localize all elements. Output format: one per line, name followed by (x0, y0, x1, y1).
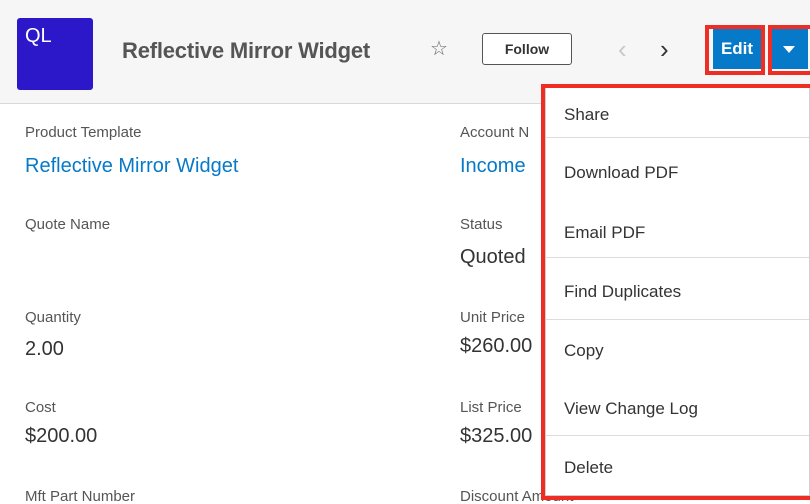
module-badge-icon: QL (17, 18, 93, 90)
field-value-unit-price: $260.00 (460, 335, 533, 357)
field-label-unit-price: Unit Price (460, 309, 526, 326)
field-value-cost: $200.00 (25, 425, 98, 447)
field-label-account-name: Account N (460, 124, 530, 141)
module-abbrev: QL (25, 25, 52, 47)
record-title: Reflective Mirror Widget (122, 38, 371, 63)
field-value-product-template[interactable]: Reflective Mirror Widget (25, 155, 238, 178)
field-label-status: Status (460, 216, 503, 233)
actions-dropdown-highlight (768, 25, 810, 75)
field-label-quote-name: Quote Name (25, 216, 111, 233)
field-value-quantity: 2.00 (25, 338, 64, 360)
field-value-account-name[interactable]: Income (460, 155, 526, 178)
product-template-link[interactable]: Reflective Mirror Widget (25, 155, 238, 177)
field-value-list-price: $325.00 (460, 425, 533, 447)
actions-menu-highlight (541, 84, 810, 500)
account-name-link[interactable]: Income (460, 155, 526, 177)
field-label-list-price: List Price (460, 399, 522, 416)
field-label-quantity: Quantity (25, 309, 81, 326)
favorite-star-icon[interactable]: ☆ (430, 37, 448, 61)
next-record-icon[interactable]: › (660, 35, 669, 63)
field-value-status: Quoted (460, 246, 526, 268)
edit-button-highlight (705, 25, 765, 75)
field-label-cost: Cost (25, 399, 56, 416)
field-label-mft-part-number: Mft Part Number (25, 488, 136, 504)
follow-button[interactable]: Follow (482, 33, 572, 65)
field-label-product-template: Product Template (25, 124, 142, 141)
previous-record-icon[interactable]: ‹ (618, 35, 627, 63)
